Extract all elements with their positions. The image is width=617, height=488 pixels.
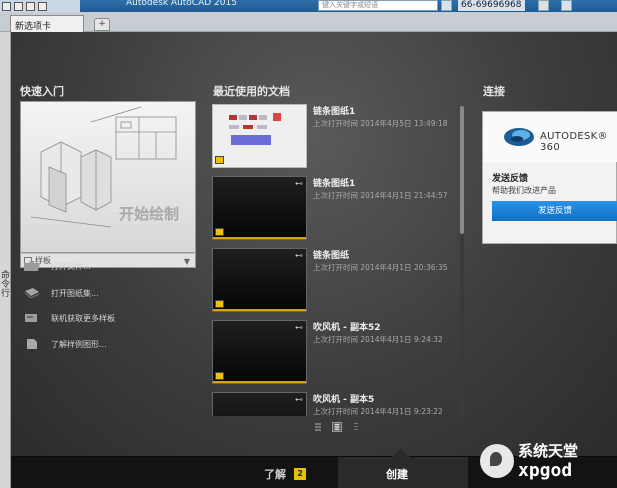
view-list-icon[interactable] <box>351 422 361 432</box>
autodesk-360-label: AUTODESK® 360 <box>540 131 608 153</box>
command-line-label: 命令行 <box>0 270 9 297</box>
open-sheet-set-label: 打开图纸集... <box>51 288 99 298</box>
binoculars-icon[interactable] <box>441 0 452 11</box>
user-account[interactable]: 66-69696968 <box>458 0 525 11</box>
search-input[interactable]: 键入关键字或短语 <box>318 0 438 11</box>
list-item[interactable]: ⊷ 吹风机 - 副本52 上次打开时间 2014年4月1日 9:24:32 <box>212 320 462 384</box>
save-file-icon[interactable] <box>26 1 35 11</box>
connect-title: 连接 <box>483 85 505 98</box>
doc-date: 上次打开时间 2014年4月1日 20:36:35 <box>313 263 448 272</box>
doc-thumbnail[interactable]: ⊷ <box>212 248 307 312</box>
autocad-start-page: Autodesk AutoCAD 2015 键入关键字或短语 66-696969… <box>0 0 617 488</box>
open-files-link[interactable]: 打开文件... <box>24 259 91 273</box>
list-item[interactable]: 链条图纸1 上次打开时间 2014年4月5日 13:49:18 <box>212 104 462 168</box>
drawing-preview-icon <box>229 113 281 145</box>
doc-thumbnail[interactable]: ⊷ <box>212 320 307 384</box>
thumbnail-bar <box>213 309 306 311</box>
watermark-logo-icon <box>480 444 514 478</box>
quick-access-toolbar <box>0 0 80 12</box>
doc-date: 上次打开时间 2014年4月1日 9:24:32 <box>313 335 443 344</box>
watermark-text-cn: 系统天堂 <box>518 442 579 460</box>
send-feedback-button[interactable]: 发送反馈 <box>492 201 617 221</box>
autodesk-360-logo-icon <box>504 128 534 146</box>
autodesk-360-banner[interactable]: AUTODESK® 360 <box>483 112 617 162</box>
list-item[interactable]: ⊷ 吹风机 - 副本5 上次打开时间 2014年4月1日 9:23:22 <box>212 392 462 416</box>
open-files-label: 打开文件... <box>51 261 91 271</box>
pin-icon[interactable]: ⊷ <box>295 251 303 260</box>
recent-docs-title: 最近使用的文档 <box>213 85 290 98</box>
feedback-description: 帮助我们改进产品 <box>492 186 556 195</box>
feedback-title: 发送反馈 <box>492 174 529 184</box>
doc-date: 上次打开时间 2014年4月1日 9:23:22 <box>313 407 443 416</box>
thumbnail-bar <box>213 381 306 383</box>
exchange-icon[interactable] <box>538 0 549 11</box>
dwg-file-icon <box>215 300 224 308</box>
dwg-file-icon <box>215 372 224 380</box>
doc-thumbnail[interactable] <box>212 104 307 168</box>
learn-badge: 2 <box>294 468 306 480</box>
thumbnail-bar <box>213 237 306 239</box>
print-icon[interactable] <box>38 1 47 11</box>
tab-create[interactable]: 创建 <box>338 457 468 488</box>
open-file-icon[interactable] <box>14 1 23 11</box>
view-large-icon[interactable] <box>313 422 323 432</box>
sample-drawing-icon <box>27 339 37 349</box>
command-line-strip[interactable]: 命令行 <box>0 32 11 488</box>
title-bar: Autodesk AutoCAD 2015 键入关键字或短语 66-696969… <box>0 0 617 12</box>
doc-thumbnail[interactable]: ⊷ <box>212 176 307 240</box>
help-icon[interactable] <box>561 0 572 11</box>
list-item[interactable]: ⊷ 链条图纸1 上次打开时间 2014年4月1日 21:44:57 <box>212 176 462 240</box>
file-tab-bar: 新选项卡 + <box>0 12 617 32</box>
doc-date: 上次打开时间 2014年4月5日 13:49:18 <box>313 119 448 128</box>
pin-icon[interactable]: ⊷ <box>295 179 303 188</box>
dwg-file-icon <box>215 156 224 164</box>
doc-date: 上次打开时间 2014年4月1日 21:44:57 <box>313 191 448 200</box>
recent-scrollbar[interactable] <box>460 106 464 416</box>
sample-drawings-link[interactable]: 了解样例图形... <box>24 337 107 351</box>
start-drawing-card[interactable]: 开始绘制 <box>20 101 196 253</box>
recent-docs-list[interactable]: 链条图纸1 上次打开时间 2014年4月5日 13:49:18 ⊷ 链条图纸1 … <box>210 100 464 416</box>
folder-icon <box>24 261 40 271</box>
doc-name[interactable]: 吹风机 - 副本52 <box>313 320 381 333</box>
start-tab-content: 快速入门 开始绘制 样板 ▼ 打开文件... 打开图纸集... 联机获取更多样板… <box>11 32 617 456</box>
doc-thumbnail[interactable]: ⊷ <box>212 392 307 416</box>
scrollbar-thumb[interactable] <box>460 106 464 234</box>
view-medium-icon[interactable] <box>332 422 342 432</box>
online-templates-link[interactable]: 联机获取更多样板 <box>24 311 115 325</box>
site-watermark: 系统天堂 xpgod <box>480 438 617 488</box>
pin-icon[interactable]: ⊷ <box>295 395 303 404</box>
online-templates-label: 联机获取更多样板 <box>51 313 115 323</box>
sample-drawings-label: 了解样例图形... <box>51 339 107 349</box>
tab-learn[interactable]: 了解 <box>264 466 286 482</box>
add-tab-button[interactable]: + <box>94 18 110 31</box>
doc-name[interactable]: 吹风机 - 副本5 <box>313 392 374 405</box>
connect-panel: AUTODESK® 360 发送反馈 帮助我们改进产品 发送反馈 <box>482 111 617 244</box>
tab-new[interactable]: 新选项卡 <box>10 15 84 32</box>
sheet-set-icon <box>24 288 40 298</box>
tab-create-label: 创建 <box>386 468 408 481</box>
open-sheet-set-link[interactable]: 打开图纸集... <box>24 286 99 300</box>
list-item[interactable]: ⊷ 链条图纸 上次打开时间 2014年4月1日 20:36:35 <box>212 248 462 312</box>
start-drawing-label: 开始绘制 <box>119 205 180 223</box>
dwg-file-icon <box>215 228 224 236</box>
doc-name[interactable]: 链条图纸1 <box>313 176 355 189</box>
building-sketch-icon <box>30 106 177 228</box>
watermark-text-en: xpgod <box>518 460 573 481</box>
app-title: Autodesk AutoCAD 2015 <box>126 0 237 8</box>
quick-start-title: 快速入门 <box>20 85 64 98</box>
new-file-icon[interactable] <box>2 1 11 11</box>
pin-icon[interactable]: ⊷ <box>295 323 303 332</box>
active-indicator <box>392 449 410 457</box>
chevron-down-icon[interactable]: ▼ <box>184 255 190 268</box>
doc-name[interactable]: 链条图纸 <box>313 248 349 261</box>
template-online-icon <box>25 314 37 322</box>
doc-name[interactable]: 链条图纸1 <box>313 104 355 117</box>
